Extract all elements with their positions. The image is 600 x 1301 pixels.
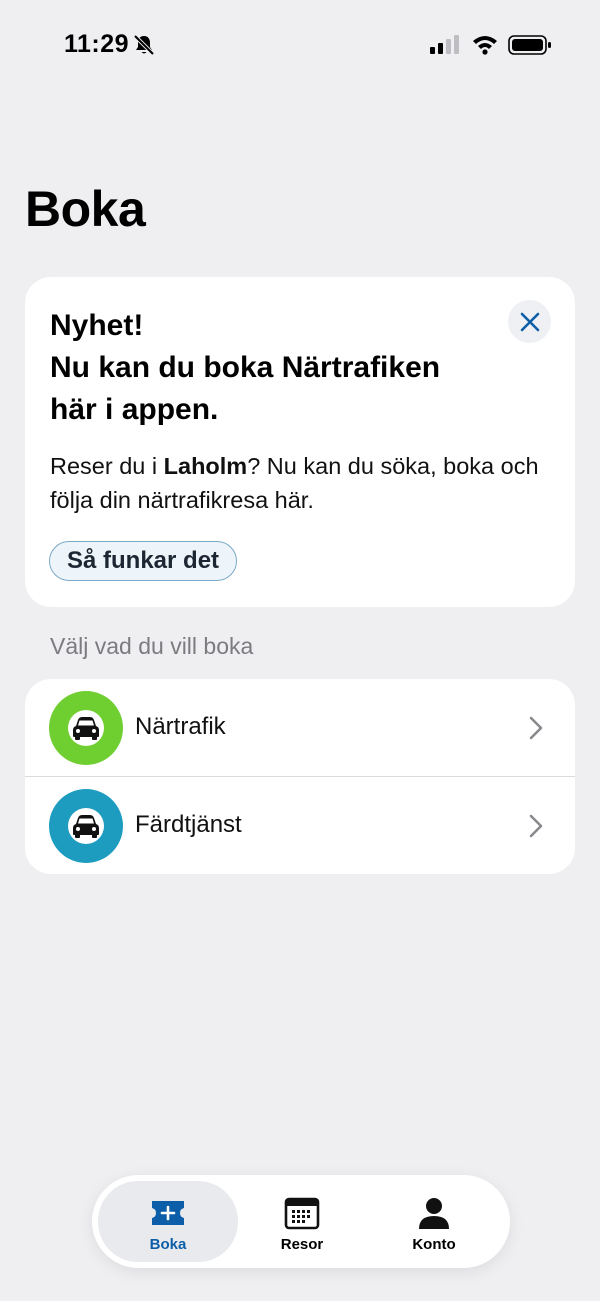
fardtjanst-badge <box>49 789 123 863</box>
tab-label: Resor <box>280 1236 324 1253</box>
promo-heading-line: här i appen. <box>50 393 219 426</box>
calendar-icon <box>284 1197 320 1230</box>
nartrafik-badge <box>49 691 123 765</box>
car-icon <box>73 815 99 838</box>
person-icon <box>419 1198 449 1229</box>
promo-body: Reser du i Laholm? Nu kan du söka, boka … <box>50 449 550 517</box>
promo-heading-line: Nu kan du boka Närtrafiken <box>50 351 441 384</box>
list-item-label: Närtrafik <box>135 713 226 740</box>
booking-options-list: Närtrafik Färdtjänst <box>25 679 575 874</box>
list-item-fardtjanst[interactable]: Färdtjänst <box>25 777 575 874</box>
tab-label: Konto <box>412 1236 456 1253</box>
cellular-signal-icon <box>430 35 459 54</box>
status-bar: 11:29 <box>0 0 600 90</box>
list-item-nartrafik[interactable]: Närtrafik <box>25 679 575 777</box>
promo-heading: Nyhet! Nu kan du boka Närtrafiken här i … <box>50 305 500 431</box>
bell-muted-icon <box>133 34 155 56</box>
status-time: 11:29 <box>64 30 130 58</box>
battery-icon <box>508 35 551 55</box>
tab-konto[interactable]: Konto <box>364 1181 504 1262</box>
how-it-works-button[interactable]: Så funkar det <box>49 541 238 581</box>
car-icon <box>73 717 99 740</box>
promo-body-location: Laholm <box>163 453 248 479</box>
wifi-icon <box>473 36 497 55</box>
chevron-right-icon <box>529 716 543 740</box>
page-title: Boka <box>25 181 146 237</box>
tab-label: Boka <box>149 1236 187 1253</box>
list-item-label: Färdtjänst <box>135 811 242 838</box>
promo-body-prefix: Reser du i <box>50 453 164 479</box>
tab-boka[interactable]: Boka <box>98 1181 238 1262</box>
tab-bar: Boka Resor Konto <box>92 1175 510 1268</box>
close-icon <box>520 312 539 331</box>
promo-card: Nyhet! Nu kan du boka Närtrafiken här i … <box>25 277 575 607</box>
close-promo-button[interactable] <box>508 300 551 343</box>
tab-resor[interactable]: Resor <box>232 1181 372 1262</box>
promo-heading-line: Nyhet! <box>50 309 144 342</box>
ticket-plus-icon <box>152 1201 184 1225</box>
chevron-right-icon <box>529 814 543 838</box>
section-label: Välj vad du vill boka <box>50 633 254 659</box>
